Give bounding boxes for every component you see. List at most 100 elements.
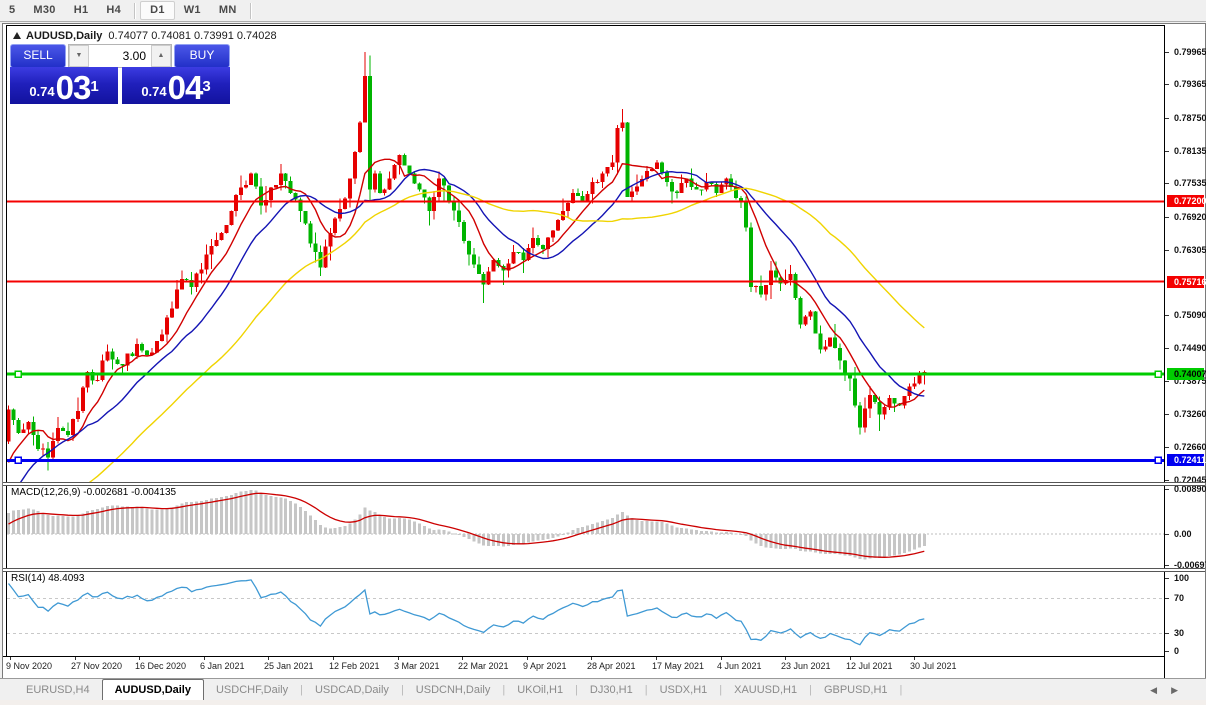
time-axis-label: 23 Jun 2021: [781, 661, 831, 671]
axis-tick-mark: [1165, 150, 1169, 152]
price-axis-tick: 0.75090: [1174, 310, 1206, 321]
tab-usdcad-daily[interactable]: USDCAD,Daily: [303, 679, 401, 701]
time-axis-label: 6 Jan 2021: [200, 661, 245, 671]
tab-usdx-h1[interactable]: USDX,H1: [648, 679, 720, 701]
toolbar-separator: [134, 2, 137, 19]
timeframe-button-w1[interactable]: W1: [175, 1, 210, 20]
time-axis-tick-mark: [656, 657, 657, 660]
chart-tab-bar: EURUSD,H4 AUDUSD,Daily USDCHF,Daily | US…: [0, 678, 1206, 701]
price-axis-tick: 0.79365: [1174, 79, 1206, 90]
indicator-axis-tick: 70: [1174, 593, 1185, 603]
tab-eurusd-h4[interactable]: EURUSD,H4: [14, 679, 102, 701]
time-axis-label: 28 Apr 2021: [587, 661, 636, 671]
sell-price-display[interactable]: 0.74 03 1: [10, 67, 118, 104]
sell-button[interactable]: SELL: [10, 44, 66, 68]
time-axis-tick-mark: [268, 657, 269, 660]
price-axis[interactable]: 0.77200 0.75716 0.74007 0.72411 0.79965 0.793…: [1164, 25, 1206, 678]
price-level-chip: 0.77200: [1167, 195, 1206, 208]
axis-tick-mark: [1165, 489, 1169, 490]
buy-button[interactable]: BUY: [174, 44, 230, 68]
axis-tick-mark: [1165, 446, 1169, 448]
price-axis-tick: 0.76305: [1174, 244, 1206, 255]
timeframe-button-d1[interactable]: D1: [140, 1, 175, 20]
time-axis-tick-mark: [75, 657, 76, 660]
time-axis-tick-mark: [785, 657, 786, 660]
axis-tick-mark: [1165, 598, 1169, 599]
volume-spinner: ▼ 3.00 ▲: [68, 44, 172, 68]
time-axis-label: 9 Apr 2021: [523, 661, 567, 671]
axis-tick-mark: [1165, 84, 1169, 86]
buy-price-display[interactable]: 0.74 04 3: [122, 67, 230, 104]
volume-increase-icon[interactable]: ▲: [151, 45, 171, 67]
ohlc-quote-line: 0.74077 0.74081 0.73991 0.74028: [108, 30, 277, 42]
sell-price-sup: 1: [90, 78, 99, 95]
time-axis-tick-mark: [462, 657, 463, 660]
pane-splitter-macd[interactable]: [3, 482, 1205, 486]
axis-tick-mark: [1165, 578, 1169, 579]
axis-tick-mark: [1165, 216, 1169, 218]
sell-price-big: 03: [55, 69, 92, 106]
time-axis-tick-mark: [139, 657, 140, 660]
axis-tick-mark: [1165, 633, 1169, 634]
symbol-label: AUDUSD,Daily: [26, 30, 103, 42]
timeframe-button-h1[interactable]: H1: [65, 1, 98, 20]
time-axis-tick-mark: [333, 657, 334, 660]
axis-tick-mark: [1165, 183, 1169, 185]
time-axis-tick-mark: [850, 657, 851, 660]
time-axis-tick-mark: [398, 657, 399, 660]
volume-value[interactable]: 3.00: [89, 45, 151, 67]
timeframe-button-mn[interactable]: MN: [210, 1, 246, 20]
time-axis[interactable]: 9 Nov 2020 27 Nov 2020 16 Dec 2020 6 Jan 20…: [3, 656, 1205, 679]
axis-tick-mark: [1165, 534, 1169, 535]
macd-indicator-label: MACD(12,26,9) -0.002681 -0.004135: [11, 487, 177, 498]
axis-tick-mark: [1165, 480, 1169, 482]
time-axis-label: 27 Nov 2020: [71, 661, 123, 671]
time-axis-label: 30 Jul 2021: [910, 661, 957, 671]
axis-tick-mark: [1165, 347, 1169, 349]
price-axis-tick: 0.74490: [1174, 342, 1206, 353]
indicator-axis-tick: 30: [1174, 628, 1185, 638]
collapse-triangle-icon[interactable]: [13, 32, 21, 39]
tab-gbpusd-h1[interactable]: GBPUSD,H1: [812, 679, 900, 701]
pane-splitter-rsi[interactable]: [3, 568, 1205, 572]
axis-tick-mark: [1165, 565, 1169, 566]
tab-scroll-arrows[interactable]: ◀▶: [1150, 685, 1192, 696]
time-axis-label: 12 Feb 2021: [329, 661, 380, 671]
tab-dj30-h1[interactable]: DJ30,H1: [578, 679, 645, 701]
tab-usdchf-daily[interactable]: USDCHF,Daily: [204, 679, 300, 701]
tab-audusd-daily[interactable]: AUDUSD,Daily: [101, 679, 204, 701]
toolbar-separator: [249, 2, 252, 19]
indicator-axis-tick: 0: [1174, 646, 1180, 656]
time-axis-tick-mark: [721, 657, 722, 660]
price-level-chip: 0.74007: [1167, 368, 1206, 380]
time-axis-label: 22 Mar 2021: [458, 661, 509, 671]
sell-price-small: 0.74: [29, 84, 55, 99]
timeframe-toolbar: 5 M30 H1 H4 D1 W1 MN: [0, 0, 1206, 22]
rsi-pane-canvas[interactable]: [7, 571, 1164, 656]
price-axis-tick: 0.76920: [1174, 211, 1206, 222]
time-axis-tick-mark: [527, 657, 528, 660]
symbol-ohlc-row: AUDUSD,Daily 0.74077 0.74081 0.73991 0.74…: [13, 30, 277, 42]
tab-ukoil-h1[interactable]: UKOil,H1: [505, 679, 575, 701]
timeframe-button-m30[interactable]: M30: [24, 1, 64, 20]
macd-pane-canvas[interactable]: [7, 485, 1164, 569]
timeframe-button-h4[interactable]: H4: [97, 1, 130, 20]
time-axis-label: 17 May 2021: [652, 661, 705, 671]
volume-decrease-icon[interactable]: ▼: [69, 45, 89, 67]
tab-xauusd-h1[interactable]: XAUUSD,H1: [722, 679, 809, 701]
rsi-indicator-label: RSI(14) 48.4093: [11, 573, 85, 584]
price-axis-tick: 0.78750: [1174, 112, 1206, 123]
chart-window: AUDUSD,Daily 0.74077 0.74081 0.73991 0.74…: [2, 23, 1206, 679]
axis-tick-mark: [1165, 249, 1169, 251]
axis-tick-mark: [1165, 315, 1169, 317]
one-click-trade-panel: SELL ▼ 3.00 ▲ BUY 0.74 03 1 0.74 04 3: [10, 44, 230, 104]
time-axis-label: 9 Nov 2020: [6, 661, 53, 671]
buy-price-sup: 3: [202, 78, 211, 95]
timeframe-button-m5[interactable]: 5: [0, 1, 24, 20]
status-strip: [0, 700, 1206, 705]
time-axis-tick-mark: [914, 657, 915, 660]
price-axis-tick: 0.78135: [1174, 145, 1206, 156]
axis-tick-mark: [1165, 51, 1169, 53]
axis-tick-mark: [1165, 651, 1169, 652]
tab-usdcnh-daily[interactable]: USDCNH,Daily: [404, 679, 503, 701]
